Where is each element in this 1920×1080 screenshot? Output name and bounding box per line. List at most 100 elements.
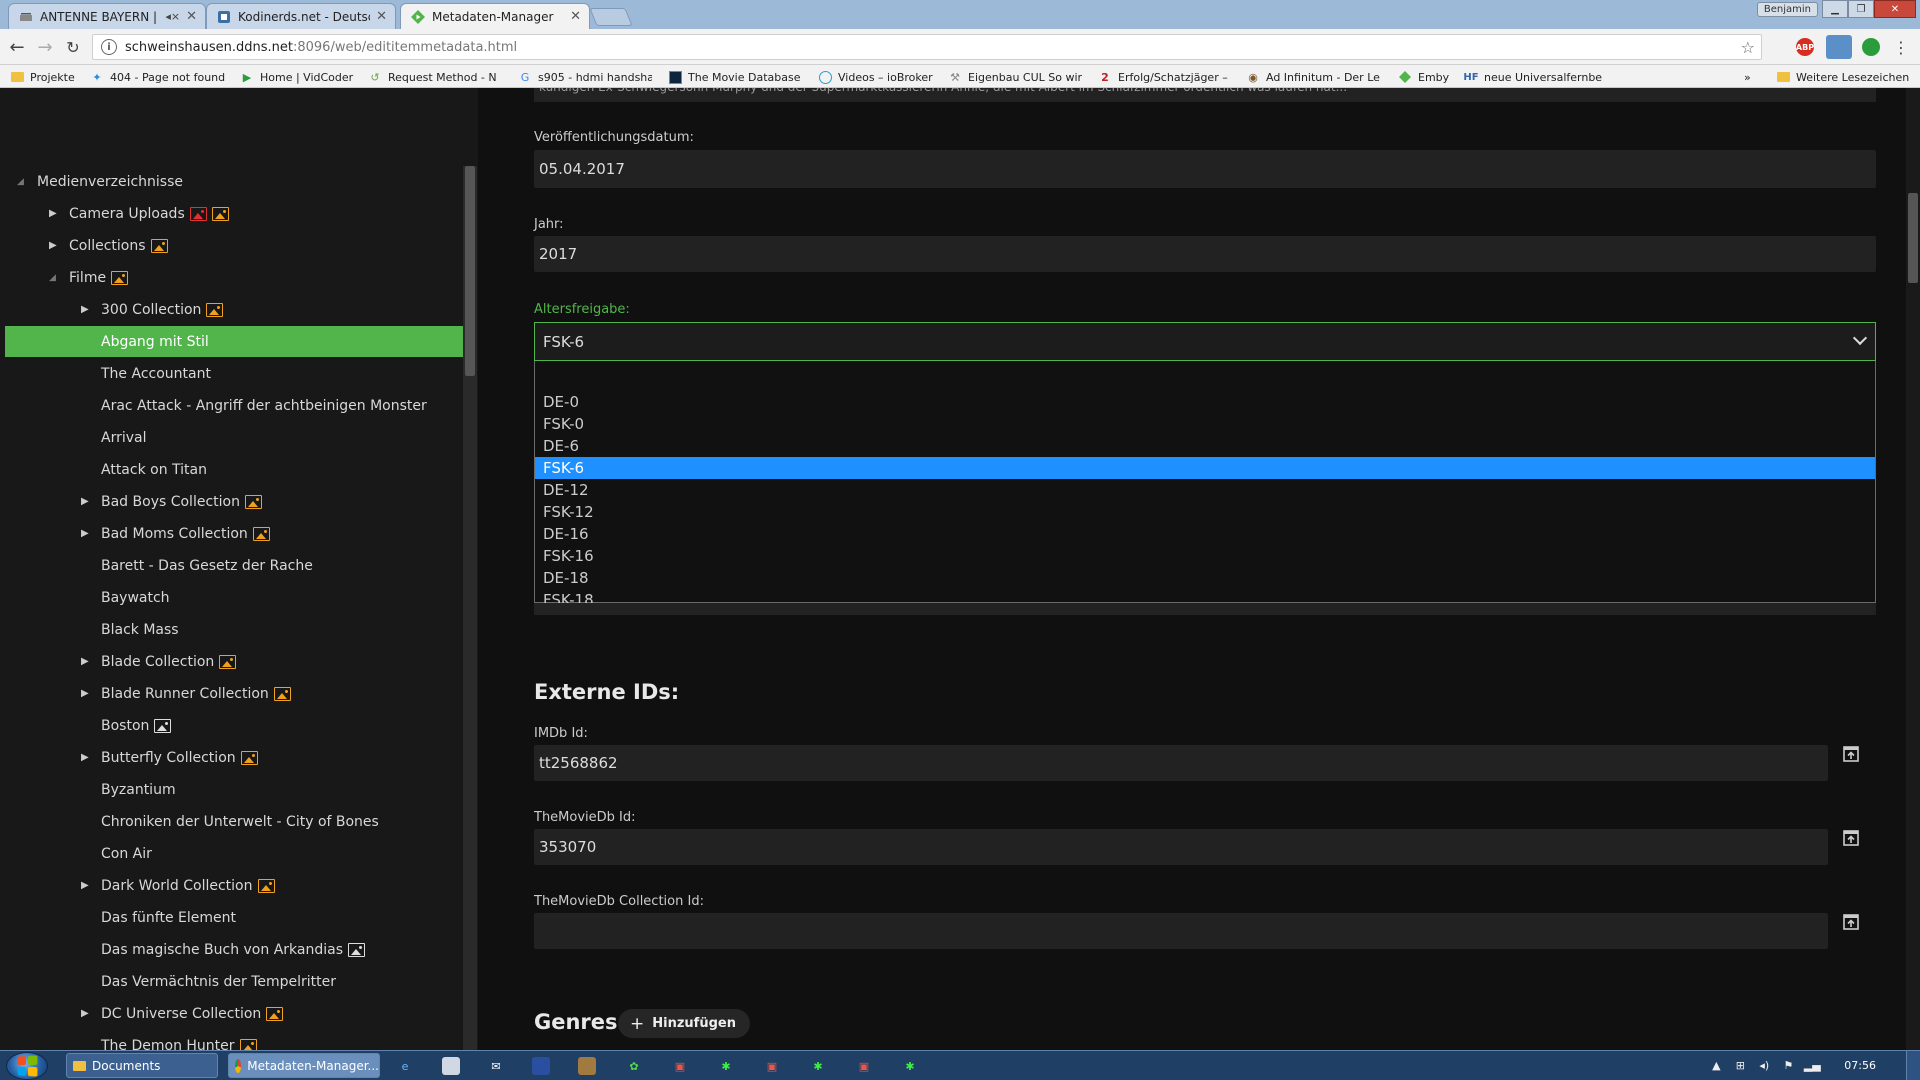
- close-tab-icon[interactable]: ✕: [570, 9, 581, 24]
- tree-item-blade-collection[interactable]: ▶ Blade Collection: [5, 646, 463, 677]
- tree-item-byzantium[interactable]: Byzantium: [5, 774, 463, 805]
- bookmark-item[interactable]: Videos – ioBroker: [818, 69, 938, 85]
- tree-item-abgang-mit-stil[interactable]: Abgang mit Stil: [5, 326, 463, 357]
- caret-open-icon[interactable]: ◢: [17, 177, 24, 187]
- sidebar-scroll-thumb[interactable]: [465, 166, 475, 376]
- bookmark-star-icon[interactable]: ☆: [1741, 38, 1755, 57]
- bookmark-item[interactable]: G s905 - hdmi handsha: [518, 69, 652, 85]
- bookmark-item[interactable]: Projekte: [10, 69, 82, 85]
- restore-icon[interactable]: ❐: [1848, 0, 1874, 18]
- caret-right-icon[interactable]: ▶: [81, 688, 89, 699]
- tree-item-das-vermaechtnis[interactable]: Das Vermächtnis der Tempelritter: [5, 966, 463, 997]
- tree-item-the-demon-hunter[interactable]: The Demon Hunter: [5, 1030, 463, 1050]
- rating-option-de-12[interactable]: DE-12: [535, 479, 1875, 501]
- rating-option-fsk-16[interactable]: FSK-16: [535, 545, 1875, 567]
- tree-item-barett[interactable]: Barett - Das Gesetz der Rache: [5, 550, 463, 581]
- back-arrow-icon[interactable]: ←: [6, 37, 28, 58]
- close-tab-icon[interactable]: ✕: [376, 9, 387, 24]
- app-icon[interactable]: ▣: [671, 1057, 689, 1075]
- info-icon[interactable]: i: [101, 39, 117, 55]
- bookmark-item[interactable]: 2 Erfolg/Schatzjäger –: [1098, 69, 1232, 85]
- caret-right-icon[interactable]: ▶: [81, 1008, 89, 1019]
- other-bookmarks[interactable]: Weitere Lesezeichen: [1776, 69, 1916, 85]
- mail-icon[interactable]: ✉: [487, 1057, 505, 1075]
- caret-right-icon[interactable]: ▶: [49, 208, 57, 219]
- overview-textarea[interactable]: kündigen Ex-Schwiegersohn Murphy und der…: [534, 88, 1876, 102]
- app-icon[interactable]: ✱: [717, 1057, 735, 1075]
- caret-right-icon[interactable]: ▶: [81, 304, 89, 315]
- tree-item-das-magische-buch[interactable]: Das magische Buch von Arkandias: [5, 934, 463, 965]
- rating-option-fsk-0[interactable]: FSK-0: [535, 413, 1875, 435]
- minimize-icon[interactable]: ▁: [1822, 0, 1848, 18]
- bookmark-item[interactable]: Emby: [1398, 69, 1454, 85]
- tree-item-attack-on-titan[interactable]: Attack on Titan: [5, 454, 463, 485]
- bookmark-item[interactable]: ✦ 404 - Page not found: [90, 69, 228, 85]
- open-external-link-icon[interactable]: [1840, 828, 1862, 848]
- window-close-icon[interactable]: ✕: [1874, 0, 1916, 18]
- tmdb-collection-id-input[interactable]: [534, 913, 1828, 949]
- tree-item-arrival[interactable]: Arrival: [5, 422, 463, 453]
- tree-item-chroniken-der-unterwelt[interactable]: Chroniken der Unterwelt - City of Bones: [5, 806, 463, 837]
- tree-item-bad-moms-collection[interactable]: ▶ Bad Moms Collection: [5, 518, 463, 549]
- close-tab-icon[interactable]: ✕: [186, 9, 197, 24]
- menu-kebab-icon[interactable]: ⋮: [1890, 37, 1912, 57]
- tab-kodinerds[interactable]: Kodinerds.net - Deutsch ✕: [206, 3, 396, 29]
- signal-icon[interactable]: ▂▄: [1804, 1059, 1821, 1073]
- caret-right-icon[interactable]: ▶: [49, 240, 57, 251]
- action-center-flag-icon[interactable]: ⚑: [1780, 1059, 1796, 1073]
- rating-option-de-16[interactable]: DE-16: [535, 523, 1875, 545]
- extension-icon[interactable]: [1826, 35, 1852, 59]
- main-scrollbar[interactable]: [1906, 88, 1920, 1050]
- tree-item-blade-runner-collection[interactable]: ▶ Blade Runner Collection: [5, 678, 463, 709]
- tmdb-id-input[interactable]: 353070: [534, 829, 1828, 865]
- reload-icon[interactable]: ↻: [62, 37, 84, 57]
- tree-item-dc-universe-collection[interactable]: ▶ DC Universe Collection: [5, 998, 463, 1029]
- taskbar-metadaten-manager[interactable]: Metadaten-Manager...: [228, 1053, 380, 1078]
- volume-icon[interactable]: ◂): [1756, 1059, 1772, 1073]
- window-icon[interactable]: [442, 1057, 460, 1075]
- address-bar[interactable]: i schweinshausen.ddns.net:8096/web/editi…: [92, 34, 1762, 60]
- tree-item-the-accountant[interactable]: The Accountant: [5, 358, 463, 389]
- bookmark-item[interactable]: ⚒ Eigenbau CUL So wir: [948, 69, 1086, 85]
- adblock-icon[interactable]: ABP: [1796, 38, 1814, 56]
- ie-icon[interactable]: e: [396, 1057, 414, 1075]
- tree-item-arac-attack[interactable]: Arac Attack - Angriff der achtbeinigen M…: [5, 390, 463, 421]
- tab-metadaten-manager[interactable]: Metadaten-Manager ✕: [400, 3, 590, 29]
- tree-item-con-air[interactable]: Con Air: [5, 838, 463, 869]
- speaker-mute-icon[interactable]: ◂×: [165, 10, 180, 23]
- caret-right-icon[interactable]: ▶: [81, 496, 89, 507]
- app-icon[interactable]: [532, 1057, 550, 1075]
- tree-item-collections[interactable]: ▶ Collections: [5, 230, 463, 261]
- taskbar-clock[interactable]: 07:56: [1844, 1059, 1876, 1072]
- rating-option-fsk-6[interactable]: FSK-6: [535, 457, 1875, 479]
- tree-root-medienverzeichnisse[interactable]: ◢ Medienverzeichnisse: [5, 166, 463, 197]
- year-input[interactable]: 2017: [534, 236, 1876, 272]
- rating-option-fsk-12[interactable]: FSK-12: [535, 501, 1875, 523]
- app-icon[interactable]: ✱: [809, 1057, 827, 1075]
- start-button[interactable]: [6, 1052, 48, 1080]
- imdb-id-input[interactable]: tt2568862: [534, 745, 1828, 781]
- rating-option-de-0[interactable]: DE-0: [535, 391, 1875, 413]
- tree-item-camera-uploads[interactable]: ▶ Camera Uploads: [5, 198, 463, 229]
- network-icon[interactable]: ⊞: [1732, 1059, 1748, 1073]
- app-icon[interactable]: ✱: [901, 1057, 919, 1075]
- tree-item-filme[interactable]: ◢ Filme: [5, 262, 463, 293]
- tree-item-300-collection[interactable]: ▶ 300 Collection: [5, 294, 463, 325]
- open-external-link-icon[interactable]: [1840, 912, 1862, 932]
- new-tab-button[interactable]: [589, 8, 633, 26]
- caret-right-icon[interactable]: ▶: [81, 752, 89, 763]
- tree-item-butterfly-collection[interactable]: ▶ Butterfly Collection: [5, 742, 463, 773]
- extension-green-icon[interactable]: [1862, 38, 1880, 56]
- bookmark-item[interactable]: ▶ Home | VidCoder: [240, 69, 358, 85]
- bookmark-item[interactable]: ◉ Ad Infinitum - Der Le: [1246, 69, 1388, 85]
- tree-item-dark-world-collection[interactable]: ▶ Dark World Collection: [5, 870, 463, 901]
- tree-item-black-mass[interactable]: Black Mass: [5, 614, 463, 645]
- main-scroll-thumb[interactable]: [1908, 193, 1918, 283]
- release-date-input[interactable]: 05.04.2017: [534, 150, 1876, 188]
- tab-antenne-bayern[interactable]: ANTENNE BAYERN | W ◂× ✕: [8, 3, 206, 29]
- bookmark-item[interactable]: The Movie Database: [668, 69, 806, 85]
- forward-arrow-icon[interactable]: →: [34, 37, 56, 58]
- app-icon[interactable]: ▣: [855, 1057, 873, 1075]
- caret-open-icon[interactable]: ◢: [49, 273, 56, 283]
- app-icon[interactable]: [578, 1057, 596, 1075]
